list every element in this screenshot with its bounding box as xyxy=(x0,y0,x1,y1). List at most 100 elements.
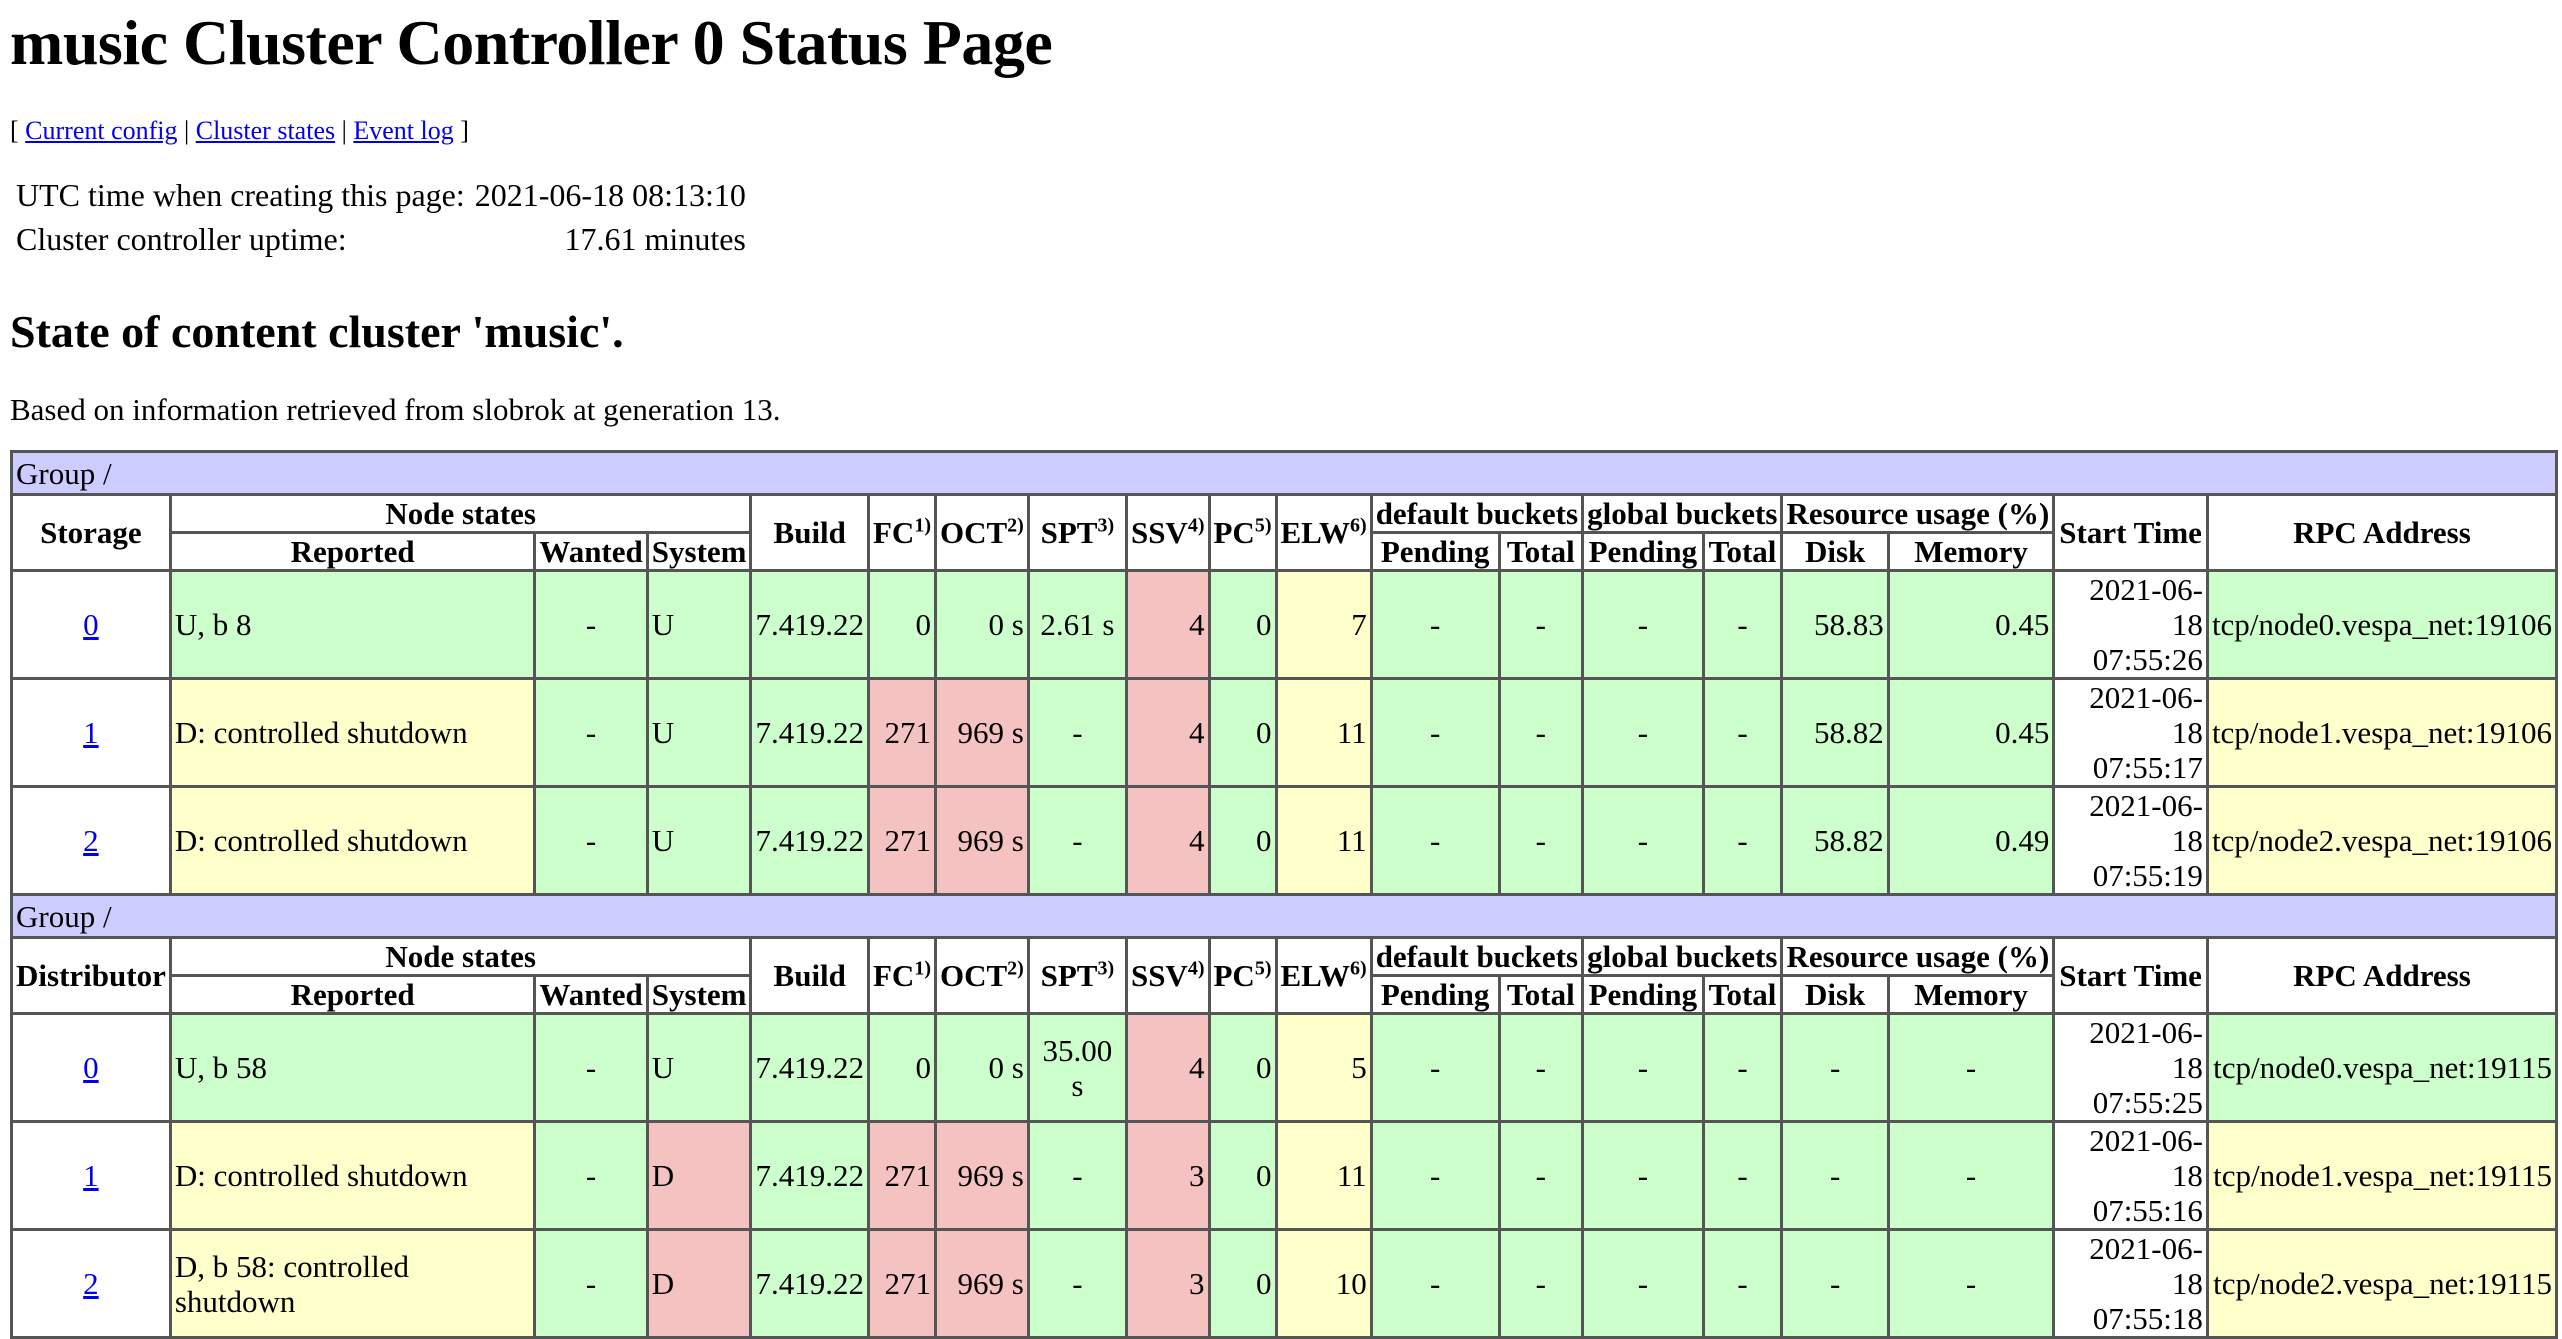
rpc-address-header: RPC Address xyxy=(2205,936,2559,1015)
fc-value: 271 xyxy=(866,1120,937,1231)
pc-header-text: PC xyxy=(1213,958,1255,993)
fc-header-footnote: 1) xyxy=(914,957,931,980)
current-config-link[interactable]: Current config xyxy=(25,116,177,145)
node-index-link[interactable]: 0 xyxy=(83,607,99,642)
reported-state: D: controlled shutdown xyxy=(168,785,537,896)
status-page: music Cluster Controller 0 Status Page [… xyxy=(0,4,2562,1339)
reported-state: U, b 58 xyxy=(168,1012,537,1123)
default-pending-header: Pending xyxy=(1369,531,1501,572)
oct-header: OCT2) xyxy=(933,936,1030,1015)
default-pending-value: - xyxy=(1369,569,1501,680)
wanted-state: - xyxy=(533,1228,649,1339)
wanted-state: - xyxy=(533,785,649,896)
oct-header: OCT2) xyxy=(933,493,1030,572)
pc-value: 0 xyxy=(1207,1228,1278,1339)
rpc-address: tcp/node2.vespa_net:19115 xyxy=(2205,1228,2559,1339)
node-index: 1 xyxy=(10,1120,172,1231)
global-total-header: Total xyxy=(1701,974,1784,1015)
global-pending-value: - xyxy=(1581,785,1705,896)
start-time: 2021-06-18 07:55:26 xyxy=(2052,569,2209,680)
global-total-value: - xyxy=(1701,1228,1784,1339)
system-state: U xyxy=(645,785,753,896)
elw-header-footnote: 6) xyxy=(1350,957,1367,980)
reported-state: D: controlled shutdown xyxy=(168,677,537,788)
global-pending-value: - xyxy=(1581,1120,1705,1231)
pc-header-footnote: 5) xyxy=(1254,514,1272,537)
global-total-value: - xyxy=(1701,677,1784,788)
start-clock: 07:55:16 xyxy=(2092,1193,2203,1228)
global-buckets-header: global buckets xyxy=(1581,936,1784,977)
start-time: 2021-06-18 07:55:17 xyxy=(2052,677,2209,788)
disk-usage: 58.82 xyxy=(1780,785,1890,896)
node-index-link[interactable]: 0 xyxy=(83,1050,99,1085)
build-header: Build xyxy=(749,493,870,572)
event-log-link[interactable]: Event log xyxy=(353,116,453,145)
fc-value: 0 xyxy=(866,1012,937,1123)
pc-header-text: PC xyxy=(1213,515,1255,550)
rpc-address: tcp/node0.vespa_net:19106 xyxy=(2205,569,2559,680)
fc-value: 271 xyxy=(866,677,937,788)
default-total-value: - xyxy=(1497,569,1585,680)
system-state: U xyxy=(645,569,753,680)
node-index-link[interactable]: 2 xyxy=(83,1266,99,1301)
global-buckets-header: global buckets xyxy=(1581,493,1784,534)
node-type-header: Storage xyxy=(10,493,172,572)
ssv-header-footnote: 4) xyxy=(1187,514,1205,537)
node-index-link[interactable]: 1 xyxy=(83,715,99,750)
start-clock: 07:55:17 xyxy=(2092,750,2203,785)
nav-separator: | xyxy=(184,116,190,145)
node-index: 2 xyxy=(10,785,172,896)
cluster-states-link[interactable]: Cluster states xyxy=(196,116,335,145)
distributor-node-row: 2 D, b 58: controlled shutdown - D 7.419.22 2… xyxy=(10,1228,2559,1339)
nav-open-bracket: [ xyxy=(10,116,19,145)
fc-value: 271 xyxy=(866,785,937,896)
global-total-value: - xyxy=(1701,569,1784,680)
oct-header-footnote: 2) xyxy=(1007,957,1024,980)
reported-header: Reported xyxy=(168,531,537,572)
wanted-state: - xyxy=(533,569,649,680)
spt-header-text: SPT xyxy=(1040,515,1098,550)
reported-header: Reported xyxy=(168,974,537,1015)
memory-usage: - xyxy=(1886,1228,2056,1339)
spt-value: 35.00 s xyxy=(1026,1012,1128,1123)
start-date: 2021-06-18 xyxy=(2089,1123,2203,1193)
memory-usage: 0.45 xyxy=(1886,677,2056,788)
spt-value: - xyxy=(1026,785,1128,896)
memory-usage: - xyxy=(1886,1012,2056,1123)
node-index-link[interactable]: 1 xyxy=(83,1158,99,1193)
build-version: 7.419.22 xyxy=(749,785,870,896)
spt-value: 2.61 s xyxy=(1026,569,1128,680)
node-index-link[interactable]: 2 xyxy=(83,823,99,858)
uptime-value: 17.61 minutes xyxy=(564,221,746,257)
utc-time-value: 2021-06-18 08:13:10 xyxy=(474,177,746,213)
start-time: 2021-06-18 07:55:18 xyxy=(2052,1228,2209,1339)
meta-table: UTC time when creating this page: 2021-0… xyxy=(8,172,754,262)
fc-value: 0 xyxy=(866,569,937,680)
rpc-address: tcp/node2.vespa_net:19106 xyxy=(2205,785,2559,896)
disk-usage: 58.83 xyxy=(1780,569,1890,680)
global-pending-value: - xyxy=(1581,569,1705,680)
start-date: 2021-06-18 xyxy=(2089,1231,2203,1301)
default-total-value: - xyxy=(1497,785,1585,896)
spt-header-footnote: 3) xyxy=(1097,957,1115,980)
elw-value: 7 xyxy=(1274,569,1373,680)
fc-header-text: FC xyxy=(872,958,915,993)
oct-value: 0 s xyxy=(933,569,1030,680)
node-index: 0 xyxy=(10,1012,172,1123)
build-version: 7.419.22 xyxy=(749,1120,870,1231)
spt-value: - xyxy=(1026,677,1128,788)
nav-close-bracket: ] xyxy=(460,116,469,145)
rpc-address: tcp/node1.vespa_net:19115 xyxy=(2205,1120,2559,1231)
default-total-value: - xyxy=(1497,1120,1585,1231)
ssv-value: 4 xyxy=(1124,1012,1211,1123)
elw-value: 11 xyxy=(1274,677,1373,788)
elw-value: 10 xyxy=(1274,1228,1373,1339)
start-date: 2021-06-18 xyxy=(2089,572,2203,642)
start-clock: 07:55:19 xyxy=(2092,858,2203,893)
storage-node-row: 0 U, b 8- U 7.419.22 0 0 s 2.61 s 4 0 7- - - -58.83 0… xyxy=(10,569,2559,680)
default-pending-value: - xyxy=(1369,1012,1501,1123)
start-clock: 07:55:18 xyxy=(2092,1301,2203,1336)
start-clock: 07:55:25 xyxy=(2092,1085,2203,1120)
node-states-header: Node states xyxy=(168,936,753,977)
elw-header-footnote: 6) xyxy=(1350,514,1367,537)
